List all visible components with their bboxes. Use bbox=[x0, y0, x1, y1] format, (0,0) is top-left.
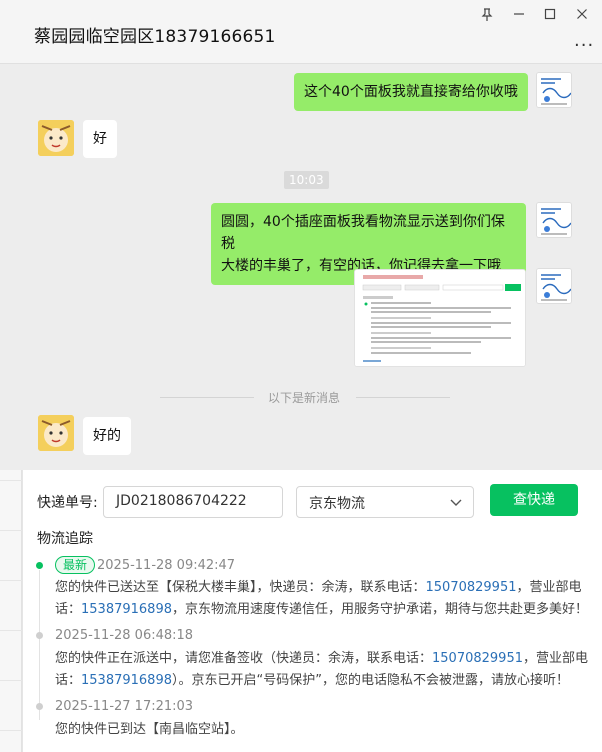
timeline-dot bbox=[36, 632, 43, 639]
query-tracking-button[interactable]: 查快递 bbox=[490, 484, 578, 516]
event-text: 您的快件正在派送中，请您准备签收（快递员：余涛，联系电话： bbox=[55, 651, 433, 666]
event-text: 话： bbox=[55, 673, 82, 688]
event-text: ，营业部电 bbox=[516, 580, 582, 595]
tracking-number-value: JD0218086704222 bbox=[116, 493, 247, 509]
event-line: 您的快件正在派送中，请您准备签收（快递员：余涛，联系电话：15070829951… bbox=[55, 648, 590, 670]
event-text: 您的快件已送达至【保税大楼丰巢】，快递员：余涛，联系电话： bbox=[55, 580, 426, 595]
event-description: 您的快件正在派送中，请您准备签收（快递员：余涛，联系电话：15070829951… bbox=[55, 648, 590, 692]
event-time: 2025-11-27 17:21:03 bbox=[55, 699, 194, 714]
event-line: 您的快件已送达至【保税大楼丰巢】，快递员：余涛，联系电话：15070829951… bbox=[55, 577, 590, 599]
event-text: 话： bbox=[55, 602, 82, 617]
phone-link[interactable]: 15387916898 bbox=[81, 673, 172, 688]
divider-line bbox=[356, 397, 450, 398]
message-bubble[interactable]: 好 bbox=[83, 120, 117, 158]
event-time: 2025-11-28 09:42:47 bbox=[97, 558, 236, 573]
chevron-down-icon bbox=[449, 495, 463, 513]
logistics-panel: 快递单号: JD0218086704222 京东物流 查快递 物流追踪 最新 2… bbox=[22, 470, 602, 752]
new-messages-label: 以下是新消息 bbox=[268, 391, 341, 405]
event-description: 您的快件已到达【南昌临空站】。 bbox=[55, 719, 590, 741]
avatar-self[interactable] bbox=[536, 202, 572, 238]
latest-badge: 最新 bbox=[55, 556, 96, 574]
avatar-contact[interactable] bbox=[38, 415, 74, 451]
timeline-dot-active bbox=[36, 562, 43, 569]
timeline-line bbox=[39, 570, 40, 720]
minimize-icon[interactable] bbox=[510, 8, 528, 24]
section-title: 物流追踪 bbox=[37, 531, 93, 547]
avatar-contact[interactable] bbox=[38, 120, 74, 156]
phone-link[interactable]: 15387916898 bbox=[81, 602, 172, 617]
chat-title: 蔡园园临空园区18379166651 bbox=[34, 27, 276, 47]
phone-link[interactable]: 15070829951 bbox=[432, 651, 523, 666]
divider-line bbox=[160, 397, 254, 398]
event-description: 您的快件已送达至【保税大楼丰巢】，快递员：余涛，联系电话：15070829951… bbox=[55, 577, 590, 621]
time-divider: 10:03 bbox=[284, 171, 329, 189]
tracking-number-label: 快递单号: bbox=[37, 495, 98, 511]
event-text: ，京东物流用速度传递信任，用服务守护承诺，期待与您共赴更多美好！ bbox=[172, 602, 589, 617]
carrier-selected-value: 京东物流 bbox=[309, 496, 365, 512]
message-bubble[interactable]: 好的 bbox=[83, 417, 131, 455]
tracking-number-input[interactable]: JD0218086704222 bbox=[103, 486, 283, 518]
event-line: 话：15387916898，京东物流用速度传递信任，用服务守护承诺，期待与您共赴… bbox=[55, 599, 590, 621]
more-options-icon[interactable]: ... bbox=[574, 30, 594, 51]
message-text-line: 圆圆，40个插座面板我看物流显示送到你们保税 bbox=[221, 214, 505, 252]
title-bar: 蔡园园临空园区18379166651 ... bbox=[0, 0, 602, 64]
chat-window: 蔡园园临空园区18379166651 ... 这个40个面板我就直接寄给你收哦 … bbox=[0, 0, 602, 470]
avatar-self[interactable] bbox=[536, 72, 572, 108]
close-icon[interactable] bbox=[573, 8, 591, 24]
timeline-dot bbox=[36, 703, 43, 710]
message-text: 这个40个面板我就直接寄给你收哦 bbox=[304, 84, 518, 100]
event-time: 2025-11-28 06:48:18 bbox=[55, 628, 194, 643]
phone-link[interactable]: 15070829951 bbox=[426, 580, 517, 595]
event-text: ，营业部电 bbox=[523, 651, 589, 666]
pin-icon[interactable] bbox=[478, 8, 496, 24]
event-line: 您的快件已到达【南昌临空站】。 bbox=[55, 719, 590, 741]
message-text: 好 bbox=[93, 131, 107, 147]
carrier-select[interactable]: 京东物流 bbox=[296, 486, 474, 518]
maximize-icon[interactable] bbox=[541, 8, 559, 24]
message-bubble[interactable]: 这个40个面板我就直接寄给你收哦 bbox=[294, 73, 528, 111]
message-text: 好的 bbox=[93, 428, 121, 444]
event-line: 话：15387916898）。京东已开启“号码保护”，您的电话隐私不会被泄露，请… bbox=[55, 670, 590, 692]
new-messages-divider: 以下是新消息 bbox=[160, 389, 450, 405]
image-message-thumbnail[interactable] bbox=[354, 269, 526, 367]
event-text: 您的快件已到达【南昌临空站】。 bbox=[55, 722, 244, 737]
avatar-self[interactable] bbox=[536, 268, 572, 304]
event-text: ）。京东已开启“号码保护”，您的电话隐私不会被泄露，请放心接听！ bbox=[172, 673, 569, 688]
